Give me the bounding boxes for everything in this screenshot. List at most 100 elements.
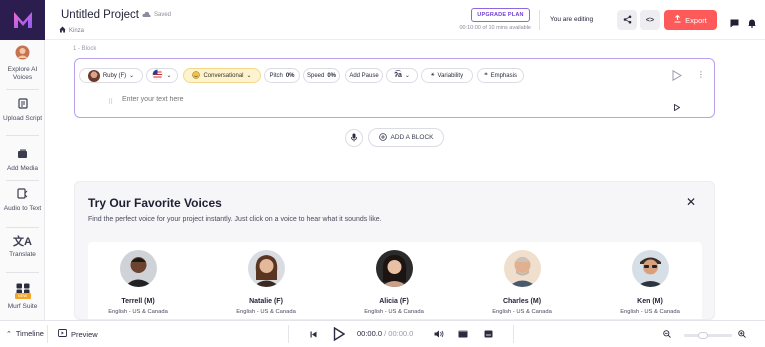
toolbar-divider [47,325,48,343]
breadcrumb[interactable]: Kinza [59,26,84,35]
sidebar-item-label: Upload Script [2,115,43,122]
timecode: 00:00.0 / 00:00.0 [357,329,414,338]
zoom-slider[interactable] [684,334,732,337]
share-button[interactable] [617,10,637,30]
play-line-icon[interactable] [674,98,681,116]
sidebar-item-upload-script[interactable]: Upload Script [0,98,45,123]
sidebar-item-label: Audio to Text [3,205,42,212]
suite-grid-icon: NEW [14,283,31,300]
preview-icon [58,329,67,339]
subtitles-icon[interactable] [484,330,493,338]
code-icon: <> [645,16,655,24]
bottom-toolbar: ⌃ Timeline Preview 00:00.0 / 00:00.0 [0,320,765,347]
close-icon[interactable]: ✕ [686,195,696,209]
video-clip-icon[interactable] [458,330,468,338]
zoom-slider-handle[interactable] [698,332,708,339]
time-available: 00:10:00 of 10 mins available [459,25,531,31]
chevron-down-icon: ⌄ [404,73,410,79]
record-button[interactable] [345,129,363,147]
embed-button[interactable]: <> [640,10,660,30]
sidebar-item-add-media[interactable]: Add Media [0,149,45,173]
sidebar: Explore AI Voices Upload Script Add Medi… [0,0,45,320]
voice-avatar [247,250,285,287]
sidebar-item-explore-voices[interactable]: Explore AI Voices [0,45,45,82]
voice-card-terrell[interactable]: Terrell (M) English - US & Canada [83,250,193,315]
variability-icon: ⚹ [430,72,435,78]
language-selector[interactable]: ⌄ [146,68,178,83]
voice-card-ken[interactable]: Ken (M) English - US & Canada [595,250,705,315]
project-title[interactable]: Untitled Project [61,9,139,21]
add-pause-button[interactable]: Add Pause [345,68,383,83]
share-icon [623,15,632,26]
pronunciation-button[interactable]: ʔ͡a ⌄ [386,68,418,83]
header-divider [539,10,540,30]
smile-icon [192,70,201,81]
timeline-toggle[interactable]: ⌃ Timeline [6,329,44,338]
media-icon [0,149,45,162]
chevron-down-icon: ⌄ [129,73,135,79]
plus-circle-icon [378,132,387,143]
play-block-icon[interactable] [672,68,682,86]
voices-avatar-icon [0,45,45,63]
toolbar-divider [513,325,514,343]
sidebar-divider [6,135,39,136]
voice-avatar [375,250,413,287]
sidebar-item-label: Translate [9,251,36,258]
voice-card-natalie[interactable]: Natalie (F) English - US & Canada [211,250,321,315]
add-block-button[interactable]: ADD A BLOCK [368,128,444,147]
translate-icon: 文A [13,236,32,248]
drag-handle-icon[interactable]: ⠿ [108,98,113,106]
upgrade-plan-button[interactable]: UPGRADE PLAN [471,8,530,22]
script-text-input[interactable] [122,96,422,103]
variability-button[interactable]: ⚹ Variability [421,68,473,83]
text-block[interactable]: Ruby (F) ⌄ ⌄ Conversational ⌄ Pitch 0% S… [74,58,715,118]
chevron-down-icon: ⌄ [246,73,252,79]
more-options-icon[interactable]: ⋮ [697,70,705,79]
voice-card-charles[interactable]: Charles (M) English - US & Canada [467,250,577,315]
sidebar-item-audio-to-text[interactable]: Audio to Text [0,188,45,213]
chevron-down-icon: ⌄ [166,73,172,79]
skip-back-icon[interactable] [310,331,317,338]
favorite-voices-panel: Try Our Favorite Voices Find the perfect… [74,181,715,320]
preview-button[interactable]: Preview [58,329,98,339]
voices-panel-description: Find the perfect voice for your project … [88,216,382,223]
microphone-icon [351,129,357,147]
audio-to-text-icon [0,188,45,202]
murf-logo[interactable] [0,0,45,40]
comment-icon[interactable] [730,15,739,33]
quote-icon: ❝ [484,73,488,79]
us-flag-icon [152,69,164,82]
voice-avatar-icon [87,69,100,82]
sidebar-item-label: Add Media [6,165,39,172]
notification-bell-icon[interactable] [748,15,756,33]
pitch-control[interactable]: Pitch 0% [264,68,300,83]
pronunciation-icon: ʔ͡a [394,72,402,79]
sidebar-item-translate[interactable]: 文A Translate [0,236,45,259]
zoom-out-icon[interactable] [663,330,671,338]
speed-control[interactable]: Speed 0% [303,68,340,83]
emphasis-button[interactable]: ❝ Emphasis [477,68,524,83]
saved-status: Saved [142,11,171,19]
sidebar-item-label: Explore AI Voices [7,66,38,81]
sidebar-item-murf-suite[interactable]: NEW Murf Suite [0,283,45,311]
editing-status: You are editing [550,16,594,23]
play-icon[interactable] [333,327,345,341]
top-header: Untitled Project Saved Kinza UPGRADE PLA… [45,0,765,40]
style-selector[interactable]: Conversational ⌄ [183,68,261,83]
voice-avatar [503,250,541,287]
zoom-in-icon[interactable] [738,330,746,338]
sidebar-divider [6,272,39,273]
sidebar-divider [6,227,39,228]
export-icon [674,14,681,25]
voices-panel-title: Try Our Favorite Voices [88,196,222,210]
chevron-up-icon: ⌃ [6,330,12,338]
voice-card-alicia[interactable]: Alicia (F) English - US & Canada [339,250,449,315]
voice-selector[interactable]: Ruby (F) ⌄ [79,68,143,83]
toolbar-divider [288,325,289,343]
home-icon [59,26,66,35]
export-button[interactable]: Export [664,10,717,30]
voice-avatar [631,250,669,287]
cloud-icon [142,11,151,19]
volume-icon[interactable] [434,330,444,338]
voice-avatar [119,250,157,287]
